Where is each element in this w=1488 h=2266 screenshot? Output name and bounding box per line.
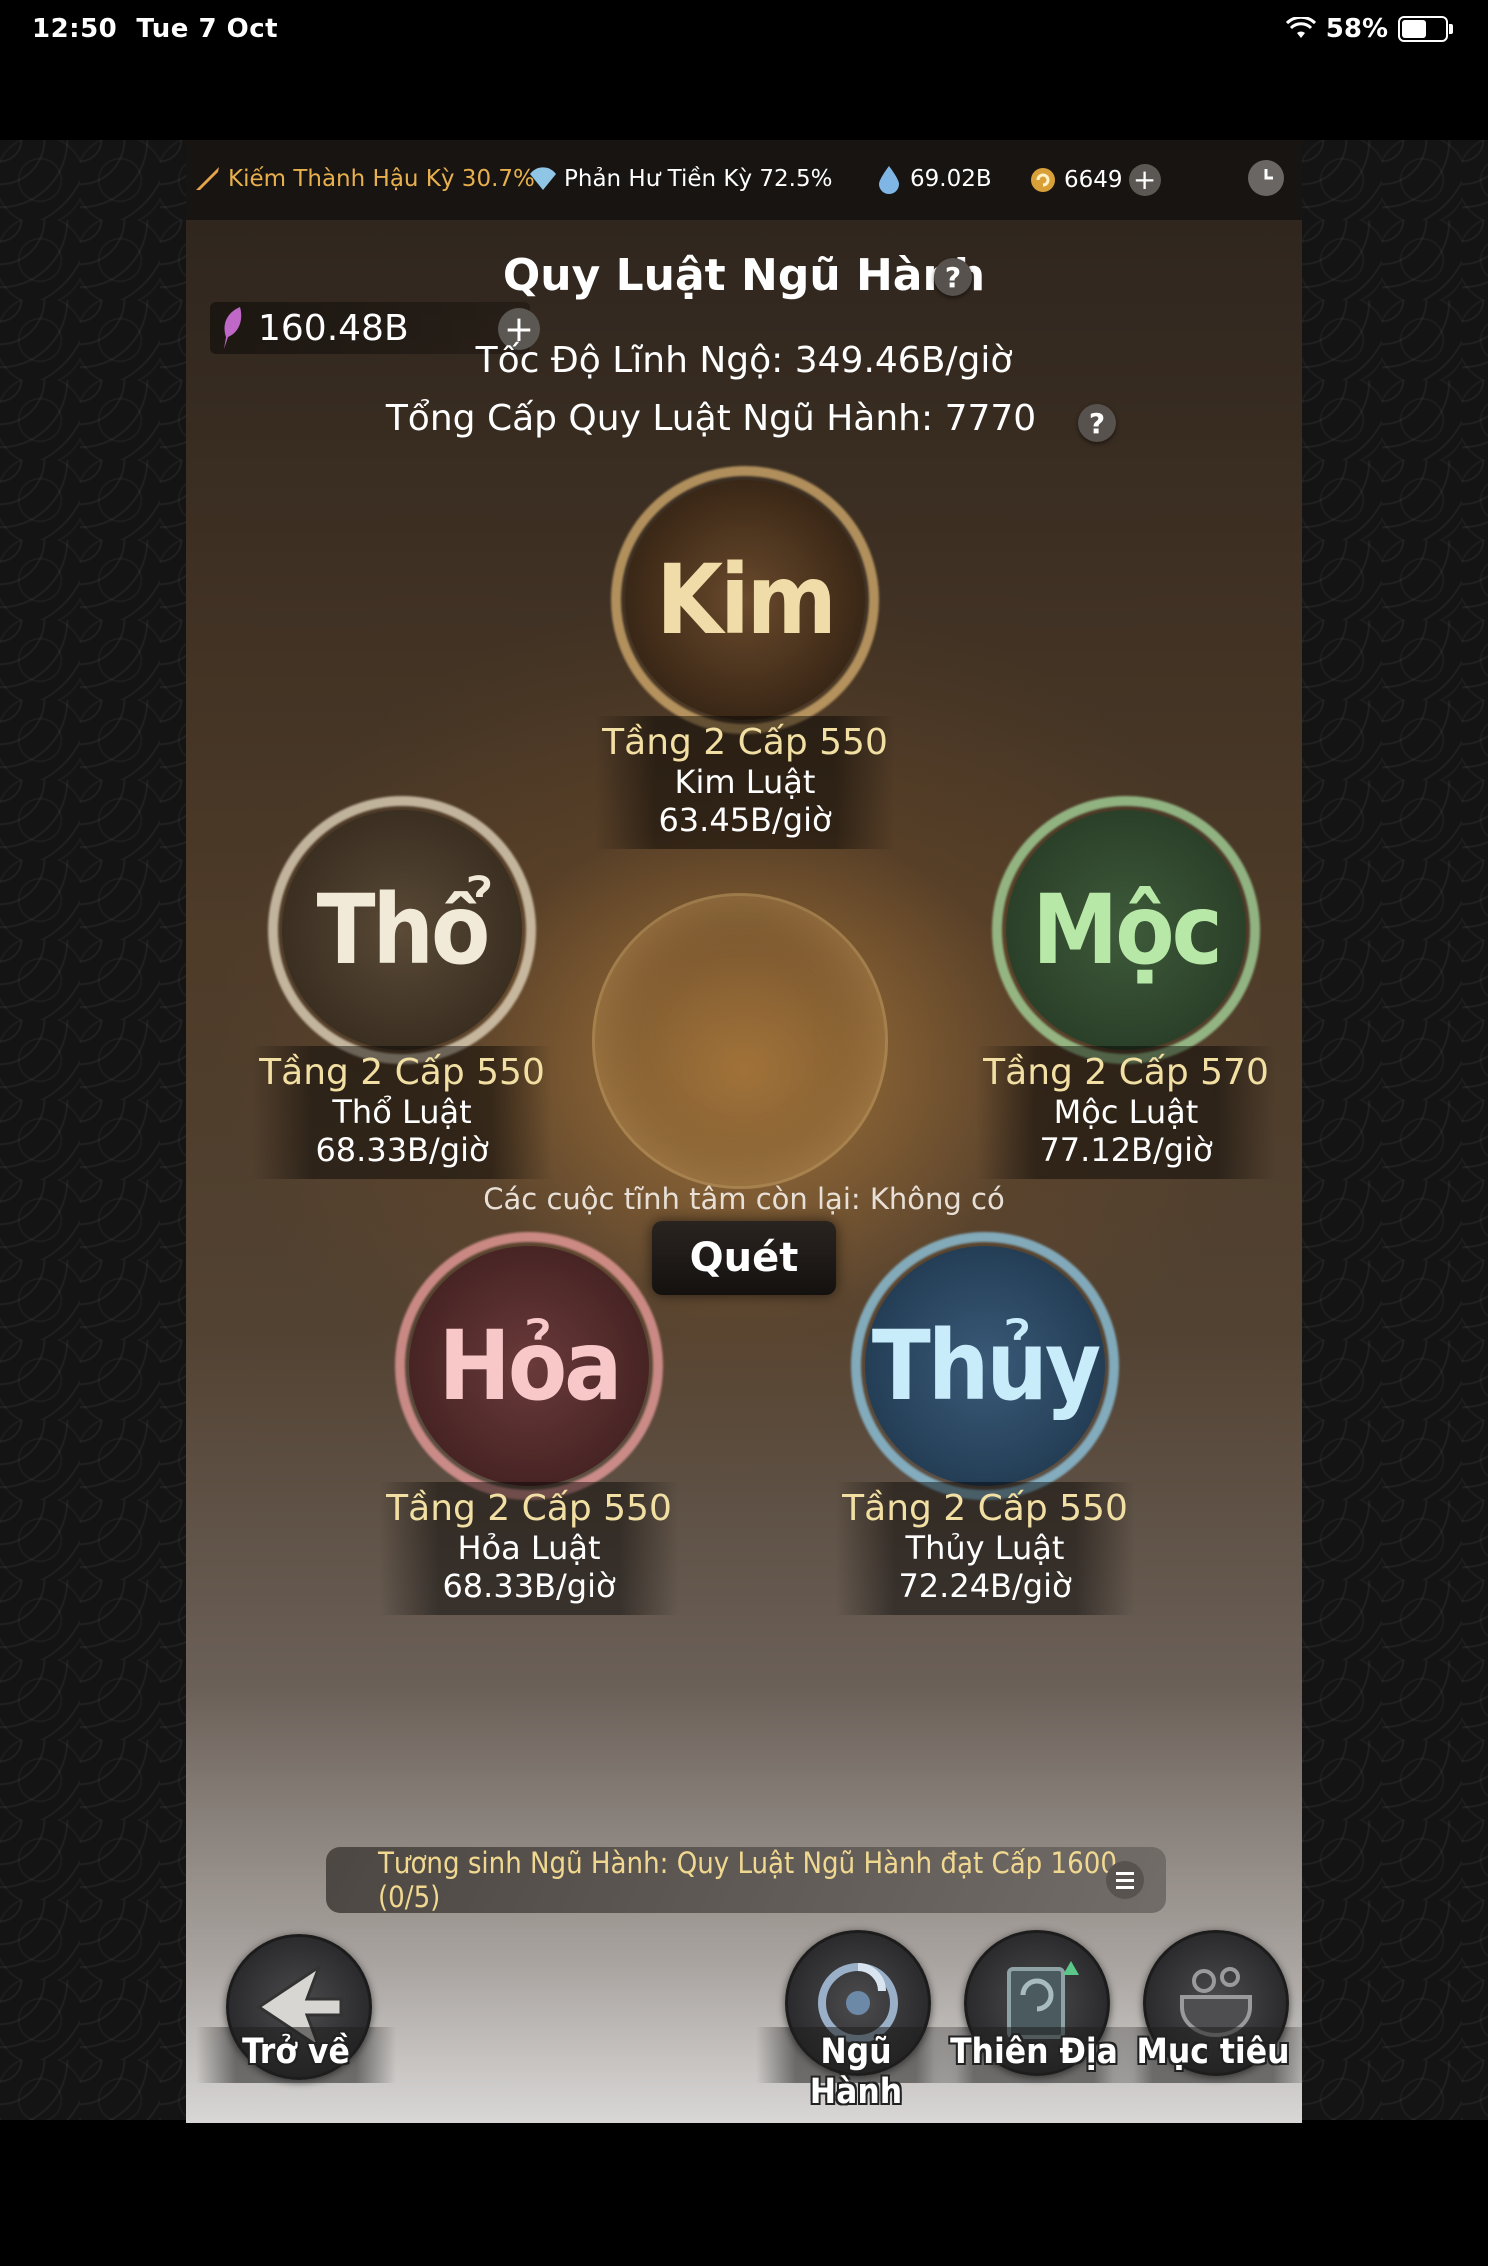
ngu-hanh-label: Ngũ Hành: [809, 2032, 903, 2112]
goal-text: Tương sinh Ngũ Hành: Quy Luật Ngũ Hành đ…: [378, 1846, 1117, 1914]
thuy-orb[interactable]: Thủy: [851, 1232, 1119, 1500]
moc-orb[interactable]: Mộc: [992, 796, 1260, 1064]
right-pattern: [1302, 140, 1488, 2120]
tho-orb[interactable]: Thổ: [268, 796, 536, 1064]
water-drop-icon: [879, 166, 899, 194]
moc-rate: 77.12B/giờ: [1039, 1131, 1213, 1169]
hoa-name: Hỏa Luật: [457, 1529, 601, 1567]
tho-label: Tầng 2 Cấp 550 Thổ Luật 68.33B/giờ: [252, 1046, 552, 1179]
thuy-orb-text: Thủy: [871, 1310, 1101, 1422]
coin-icon: [1031, 168, 1055, 192]
remaining-meditations: Các cuộc tĩnh tâm còn lại: Không có: [483, 1182, 1005, 1216]
moc-label: Tầng 2 Cấp 570 Mộc Luật 77.12B/giờ: [976, 1046, 1276, 1179]
battery-icon: [1398, 16, 1453, 42]
status-bar: 12:50 Tue 7 Oct 58%: [0, 0, 1488, 64]
tho-rate: 68.33B/giờ: [315, 1131, 489, 1169]
element-moc[interactable]: Mộc Tầng 2 Cấp 570 Mộc Luật 77.12B/giờ: [976, 796, 1276, 1179]
hoa-rate: 68.33B/giờ: [442, 1567, 616, 1605]
fan-icon: [530, 167, 556, 190]
title-help-button[interactable]: ?: [934, 258, 972, 296]
battery-percent: 58%: [1325, 14, 1388, 44]
kim-orb-text: Kim: [656, 544, 837, 656]
kim-rate: 63.45B/giờ: [658, 801, 832, 839]
kim-name: Kim Luật: [674, 763, 816, 801]
tho-tier: Tầng 2 Cấp 550: [259, 1052, 545, 1093]
comprehension-speed: Tốc Độ Lĩnh Ngộ: 349.46B/giờ: [475, 340, 1013, 381]
realm-2: Phản Hư Tiền Kỳ 72.5%: [528, 164, 832, 194]
thuy-label: Tầng 2 Cấp 550 Thủy Luật 72.24B/giờ: [835, 1482, 1135, 1615]
element-tho[interactable]: Thổ Tầng 2 Cấp 550 Thổ Luật 68.33B/giờ: [252, 796, 552, 1179]
hoa-orb-text: Hỏa: [438, 1310, 623, 1422]
tho-name: Thổ Luật: [332, 1093, 472, 1131]
thuy-name: Thủy Luật: [905, 1529, 1065, 1567]
coin-currency: 6649 +: [1028, 164, 1161, 196]
game-screen: Kiếm Thành Hậu Kỳ 30.7% Phản Hư Tiền Kỳ …: [186, 140, 1302, 2123]
scan-button[interactable]: Quét: [652, 1221, 836, 1295]
back-label: Trở về: [242, 2032, 350, 2072]
list-icon[interactable]: [1106, 1861, 1144, 1899]
kim-tier: Tầng 2 Cấp 550: [602, 722, 888, 763]
bottom-bezel: [0, 2123, 1488, 2266]
thuy-tier: Tầng 2 Cấp 550: [842, 1488, 1128, 1529]
kim-orb[interactable]: Kim: [611, 466, 879, 734]
goal-bar[interactable]: Tương sinh Ngũ Hành: Quy Luật Ngũ Hành đ…: [326, 1846, 1166, 1914]
moc-name: Mộc Luật: [1053, 1093, 1199, 1131]
water-currency: 69.02B: [874, 164, 992, 194]
thien-dia-label: Thiên Địa: [950, 2032, 1118, 2072]
page-title: Quy Luật Ngũ Hành: [502, 250, 986, 301]
thuy-rate: 72.24B/giờ: [898, 1567, 1072, 1605]
status-time: 12:50 Tue 7 Oct: [32, 14, 279, 44]
element-hoa[interactable]: Hỏa Tầng 2 Cấp 550 Hỏa Luật 68.33B/giờ: [379, 1232, 679, 1615]
tho-orb-text: Thổ: [316, 874, 491, 986]
sword-icon: [196, 167, 219, 190]
wifi-icon: [1285, 17, 1316, 38]
center-circle: [592, 893, 888, 1189]
element-thuy[interactable]: Thủy Tầng 2 Cấp 550 Thủy Luật 72.24B/giờ: [835, 1232, 1135, 1615]
moc-tier: Tầng 2 Cấp 570: [983, 1052, 1269, 1093]
moc-orb-text: Mộc: [1032, 874, 1222, 986]
clock-icon[interactable]: [1248, 160, 1284, 196]
kim-label: Tầng 2 Cấp 550 Kim Luật 63.45B/giờ: [595, 716, 895, 849]
coin-plus-button[interactable]: +: [1128, 164, 1161, 196]
hoa-label: Tầng 2 Cấp 550 Hỏa Luật 68.33B/giờ: [379, 1482, 679, 1615]
left-pattern: [0, 140, 186, 2120]
top-resource-bar: Kiếm Thành Hậu Kỳ 30.7% Phản Hư Tiền Kỳ …: [186, 140, 1302, 220]
hoa-tier: Tầng 2 Cấp 550: [386, 1488, 672, 1529]
element-kim[interactable]: Kim Tầng 2 Cấp 550 Kim Luật 63.45B/giờ: [595, 466, 895, 849]
status-indicators: 58%: [1285, 14, 1453, 44]
hoa-orb[interactable]: Hỏa: [395, 1232, 663, 1500]
realm-1: Kiếm Thành Hậu Kỳ 30.7%: [192, 164, 535, 194]
muc-tieu-label: Mục tiêu: [1136, 2032, 1290, 2072]
total-level-help-button[interactable]: ?: [1078, 404, 1116, 442]
